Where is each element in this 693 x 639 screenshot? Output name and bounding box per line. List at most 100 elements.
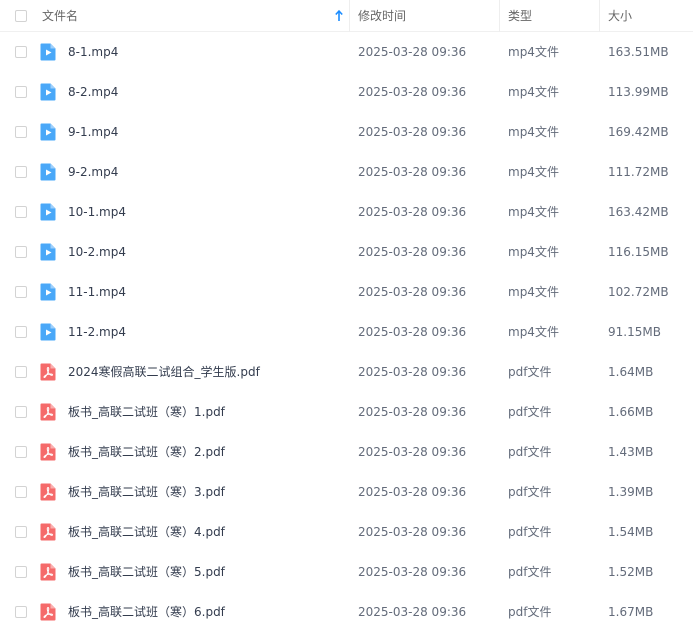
table-row[interactable]: 9-1.mp4 2025-03-28 09:36 mp4文件 169.42MB [0,112,693,152]
arrow-up-icon[interactable] [334,9,344,23]
file-size: 163.51MB [608,45,669,59]
column-header-type[interactable]: 类型 [508,0,532,32]
file-modified-time: 2025-03-28 09:36 [358,485,467,499]
column-header-name[interactable]: 文件名 [42,0,78,32]
file-size: 102.72MB [608,285,669,299]
file-list-table: 文件名 修改时间 类型 大小 8-1.mp4 2025-03-28 09:36 mp… [0,0,693,639]
file-modified-time: 2025-03-28 09:36 [358,405,467,419]
row-checkbox[interactable] [15,486,27,498]
pdf-file-icon [40,523,56,541]
row-checkbox[interactable] [15,526,27,538]
file-modified-time: 2025-03-28 09:36 [358,325,467,339]
file-type: pdf文件 [508,525,552,539]
file-name[interactable]: 11-1.mp4 [68,272,126,312]
row-checkbox[interactable] [15,366,27,378]
row-checkbox[interactable] [15,206,27,218]
row-checkbox[interactable] [15,566,27,578]
file-size: 1.54MB [608,525,654,539]
file-type: pdf文件 [508,445,552,459]
file-name[interactable]: 8-1.mp4 [68,32,118,72]
pdf-file-icon [40,443,56,461]
file-name[interactable]: 9-2.mp4 [68,152,118,192]
table-row[interactable]: 10-1.mp4 2025-03-28 09:36 mp4文件 163.42MB [0,192,693,232]
row-checkbox[interactable] [15,606,27,618]
row-checkbox[interactable] [15,326,27,338]
file-modified-time: 2025-03-28 09:36 [358,605,467,619]
row-checkbox[interactable] [15,446,27,458]
file-modified-time: 2025-03-28 09:36 [358,205,467,219]
file-type: mp4文件 [508,285,559,299]
video-file-icon [40,283,56,301]
file-type: mp4文件 [508,165,559,179]
video-file-icon [40,123,56,141]
table-row[interactable]: 8-2.mp4 2025-03-28 09:36 mp4文件 113.99MB [0,72,693,112]
file-type: pdf文件 [508,405,552,419]
row-checkbox[interactable] [15,86,27,98]
row-checkbox[interactable] [15,286,27,298]
column-divider[interactable] [349,0,350,32]
file-modified-time: 2025-03-28 09:36 [358,525,467,539]
table-row[interactable]: 9-2.mp4 2025-03-28 09:36 mp4文件 111.72MB [0,152,693,192]
file-type: mp4文件 [508,45,559,59]
file-type: mp4文件 [508,125,559,139]
video-file-icon [40,83,56,101]
file-modified-time: 2025-03-28 09:36 [358,85,467,99]
file-type: mp4文件 [508,205,559,219]
file-type: mp4文件 [508,85,559,99]
file-type: pdf文件 [508,565,552,579]
file-type: pdf文件 [508,605,552,619]
file-size: 91.15MB [608,325,661,339]
file-size: 169.42MB [608,125,669,139]
video-file-icon [40,243,56,261]
file-name[interactable]: 板书_高联二试班（寒）1.pdf [68,392,225,432]
video-file-icon [40,163,56,181]
file-type: pdf文件 [508,365,552,379]
file-name[interactable]: 板书_高联二试班（寒）3.pdf [68,472,225,512]
file-name[interactable]: 板书_高联二试班（寒）6.pdf [68,592,225,632]
file-type: mp4文件 [508,325,559,339]
file-type: mp4文件 [508,245,559,259]
table-row[interactable]: 10-2.mp4 2025-03-28 09:36 mp4文件 116.15MB [0,232,693,272]
select-all-checkbox[interactable] [15,10,27,22]
column-divider[interactable] [499,0,500,32]
row-checkbox[interactable] [15,126,27,138]
table-row[interactable]: 11-2.mp4 2025-03-28 09:36 mp4文件 91.15MB [0,312,693,352]
table-row[interactable]: 板书_高联二试班（寒）1.pdf 2025-03-28 09:36 pdf文件 1.6… [0,392,693,432]
column-header-size[interactable]: 大小 [608,0,632,32]
file-type: pdf文件 [508,485,552,499]
row-checkbox[interactable] [15,46,27,58]
table-row[interactable]: 11-1.mp4 2025-03-28 09:36 mp4文件 102.72MB [0,272,693,312]
table-row[interactable]: 板书_高联二试班（寒）4.pdf 2025-03-28 09:36 pdf文件 1.5… [0,512,693,552]
row-checkbox[interactable] [15,166,27,178]
pdf-file-icon [40,483,56,501]
file-name[interactable]: 板书_高联二试班（寒）5.pdf [68,552,225,592]
video-file-icon [40,323,56,341]
row-checkbox[interactable] [15,246,27,258]
file-name[interactable]: 10-1.mp4 [68,192,126,232]
file-modified-time: 2025-03-28 09:36 [358,45,467,59]
file-size: 1.64MB [608,365,654,379]
row-checkbox[interactable] [15,406,27,418]
table-row[interactable]: 板书_高联二试班（寒）2.pdf 2025-03-28 09:36 pdf文件 1.4… [0,432,693,472]
table-row[interactable]: 板书_高联二试班（寒）3.pdf 2025-03-28 09:36 pdf文件 1.3… [0,472,693,512]
column-divider[interactable] [599,0,600,32]
file-name[interactable]: 11-2.mp4 [68,312,126,352]
file-size: 163.42MB [608,205,669,219]
pdf-file-icon [40,603,56,621]
file-name[interactable]: 板书_高联二试班（寒）2.pdf [68,432,225,472]
file-name[interactable]: 8-2.mp4 [68,72,118,112]
file-name[interactable]: 9-1.mp4 [68,112,118,152]
table-row[interactable]: 2024寒假高联二试组合_学生版.pdf 2025-03-28 09:36 pdf文… [0,352,693,392]
file-name[interactable]: 板书_高联二试班（寒）4.pdf [68,512,225,552]
pdf-file-icon [40,363,56,381]
file-name[interactable]: 2024寒假高联二试组合_学生版.pdf [68,352,260,392]
table-row[interactable]: 板书_高联二试班（寒）5.pdf 2025-03-28 09:36 pdf文件 1.5… [0,552,693,592]
table-row[interactable]: 板书_高联二试班（寒）6.pdf 2025-03-28 09:36 pdf文件 1.6… [0,592,693,632]
file-modified-time: 2025-03-28 09:36 [358,165,467,179]
table-row[interactable]: 8-1.mp4 2025-03-28 09:36 mp4文件 163.51MB [0,32,693,72]
video-file-icon [40,43,56,61]
file-modified-time: 2025-03-28 09:36 [358,365,467,379]
file-name[interactable]: 10-2.mp4 [68,232,126,272]
pdf-file-icon [40,403,56,421]
column-header-modified[interactable]: 修改时间 [358,0,406,32]
